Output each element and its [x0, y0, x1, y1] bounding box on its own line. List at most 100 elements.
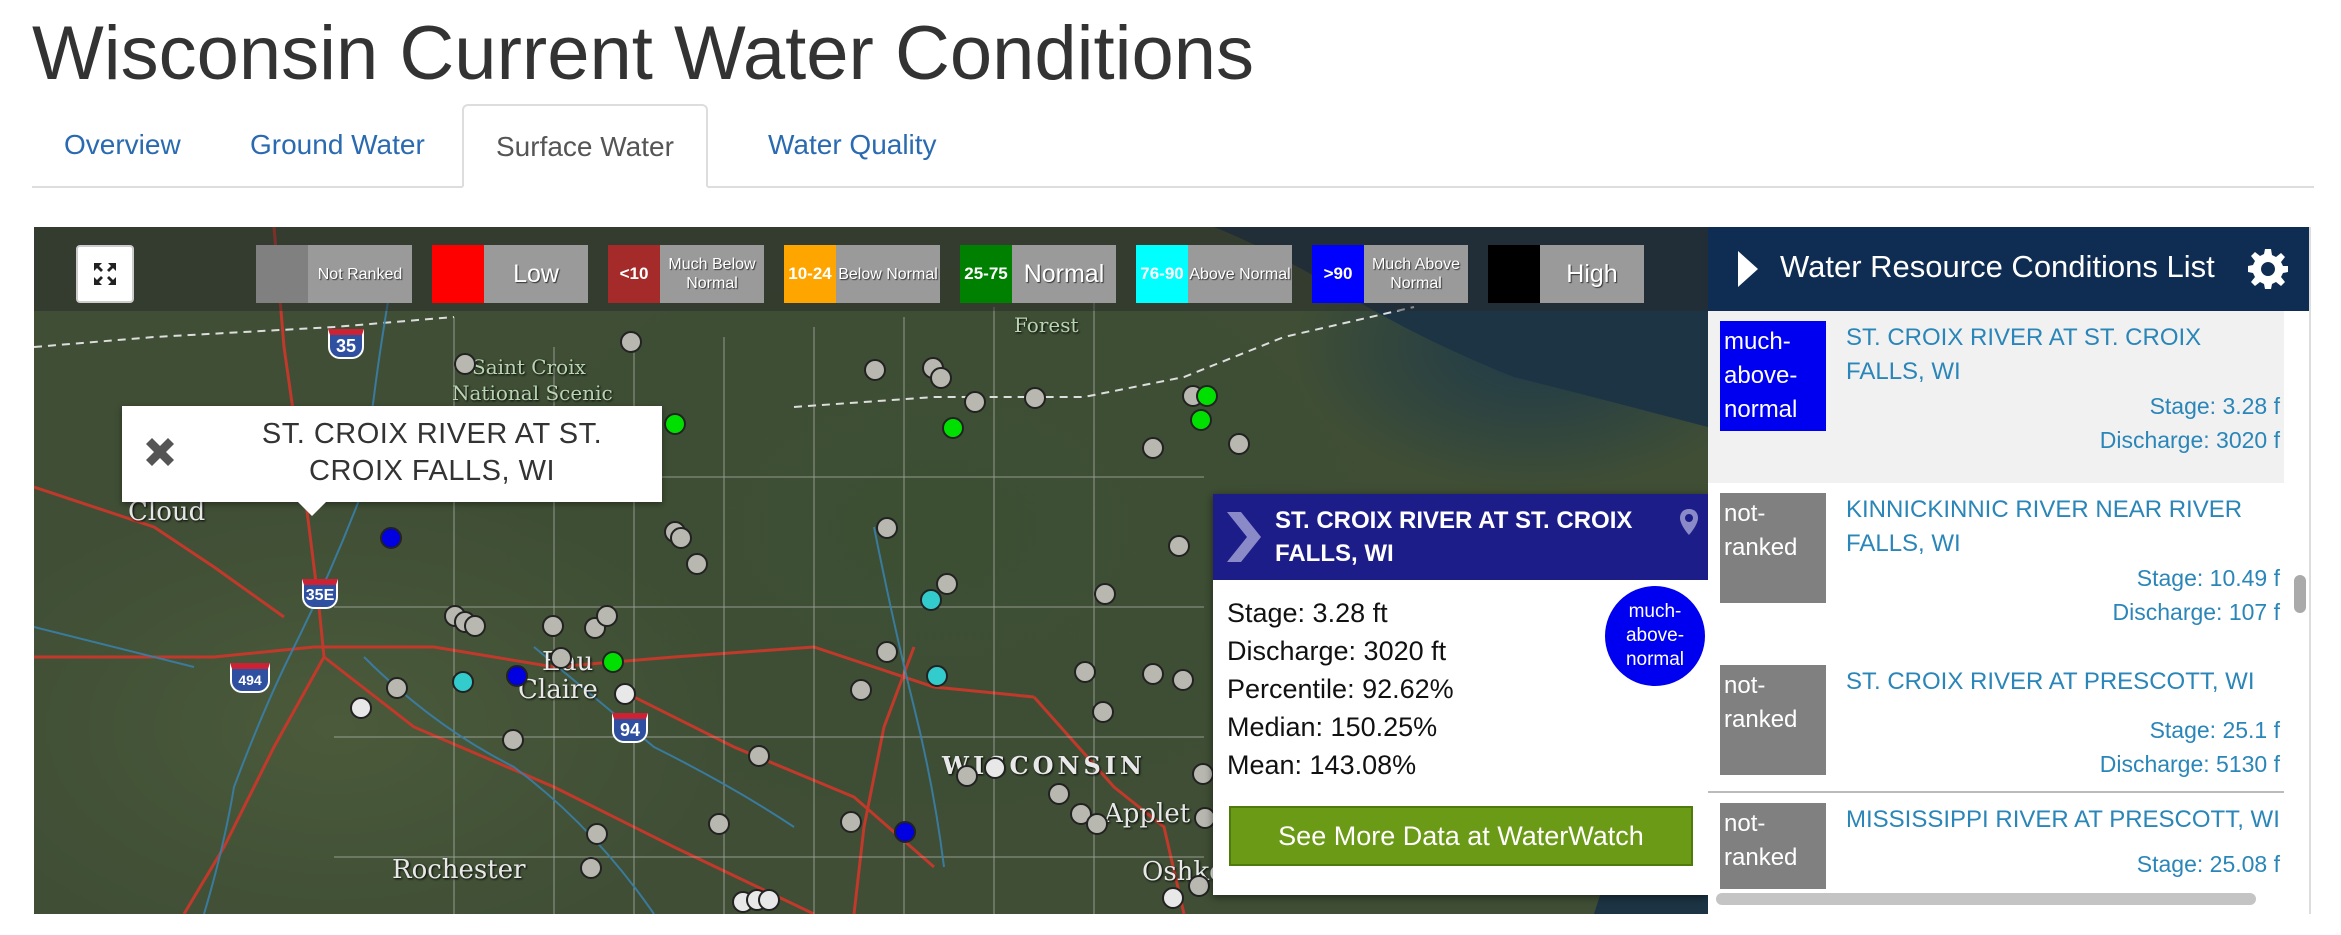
tab-bar: Overview Ground Water Surface Water Wate…	[32, 104, 2314, 188]
gauge-dot-normal[interactable]	[1190, 409, 1212, 431]
conditions-list-header: Water Resource Conditions List	[1708, 227, 2309, 311]
legend-not-ranked: Not Ranked	[256, 245, 412, 303]
condition-badge: not-ranked	[1720, 665, 1826, 775]
gauge-dot[interactable]	[1188, 875, 1210, 897]
gauge-dot[interactable]	[1024, 387, 1046, 409]
horizontal-scrollbar[interactable]	[1716, 889, 2276, 907]
gauge-dot[interactable]	[1094, 583, 1116, 605]
gauge-dot[interactable]	[1142, 663, 1164, 685]
gauge-dot[interactable]	[350, 697, 372, 719]
site-name-link[interactable]: ST. CROIX RIVER AT ST. CROIX FALLS, WI	[1846, 321, 2284, 389]
gauge-dot[interactable]	[1086, 813, 1108, 835]
gauge-dot[interactable]	[542, 615, 564, 637]
site-stage: Stage: 3.28 f	[2149, 393, 2280, 419]
map[interactable]: Saint Croix National Scenic Forest Cloud…	[34, 227, 1708, 914]
gauge-dot[interactable]	[840, 811, 862, 833]
gauge-dot[interactable]	[1092, 701, 1114, 723]
gauge-dot-above-normal[interactable]	[920, 589, 942, 611]
site-tooltip: ST. CROIX RIVER AT ST. CROIX FALLS, WI	[122, 406, 662, 502]
list-item[interactable]: not-ranked ST. CROIX RIVER AT PRESCOTT, …	[1708, 655, 2284, 793]
site-name-link[interactable]: KINNICKINNIC RIVER NEAR RIVER FALLS, WI	[1846, 493, 2284, 561]
gauge-dot[interactable]	[386, 677, 408, 699]
gauge-dot[interactable]	[614, 683, 636, 705]
list-item[interactable]: not-ranked KINNICKINNIC RIVER NEAR RIVER…	[1708, 483, 2284, 657]
waterwatch-button[interactable]: See More Data at WaterWatch	[1229, 806, 1693, 866]
gauge-dot[interactable]	[502, 729, 524, 751]
gauge-dot-selected[interactable]	[380, 527, 402, 549]
gauge-dot[interactable]	[758, 889, 780, 911]
gauge-dot[interactable]	[550, 647, 572, 669]
gauge-dot[interactable]	[1172, 669, 1194, 691]
scrollbar-thumb[interactable]	[1716, 893, 2256, 905]
map-label-claire: Claire	[518, 675, 598, 705]
gauge-dot-normal[interactable]	[664, 413, 686, 435]
gauge-dot[interactable]	[876, 641, 898, 663]
gauge-dot[interactable]	[454, 353, 476, 375]
gauge-dot[interactable]	[864, 359, 886, 381]
legend-label: Above Normal	[1188, 245, 1292, 303]
map-label-national-scenic: National Scenic	[452, 381, 613, 405]
fullscreen-button[interactable]	[76, 245, 134, 303]
gauge-dot[interactable]	[586, 823, 608, 845]
gear-icon[interactable]	[2246, 247, 2290, 291]
highway-shield-i494: 494	[230, 663, 270, 693]
gauge-dot[interactable]	[1192, 763, 1214, 785]
gauge-dot-much-above-normal[interactable]	[506, 665, 528, 687]
gauge-dot[interactable]	[748, 745, 770, 767]
expand-icon	[94, 263, 116, 285]
tooltip-site-name: ST. CROIX RIVER AT ST. CROIX FALLS, WI	[261, 418, 603, 487]
vertical-scrollbar[interactable]	[2290, 311, 2308, 891]
gauge-dot[interactable]	[1048, 783, 1070, 805]
collapse-panel-icon[interactable]	[1736, 249, 1760, 289]
tab-water-quality[interactable]: Water Quality	[736, 104, 969, 186]
conditions-list[interactable]: much-above-normal ST. CROIX RIVER AT ST.…	[1708, 311, 2284, 889]
gauge-dot[interactable]	[936, 573, 958, 595]
gauge-dot[interactable]	[620, 331, 642, 353]
tab-ground-water[interactable]: Ground Water	[218, 104, 457, 186]
site-name-link[interactable]: MISSISSIPPI RIVER AT PRESCOTT, WI	[1846, 803, 2284, 837]
site-name-link[interactable]: ST. CROIX RIVER AT PRESCOTT, WI	[1846, 665, 2284, 699]
stat-mean: Mean: 143.08%	[1227, 750, 1417, 780]
gauge-dot[interactable]	[930, 367, 952, 389]
site-discharge: Discharge: 5130 f	[2099, 751, 2280, 777]
gauge-dot-normal[interactable]	[602, 651, 624, 673]
list-item[interactable]: not-ranked MISSISSIPPI RIVER AT PRESCOTT…	[1708, 793, 2284, 889]
map-pin-icon[interactable]	[1679, 508, 1699, 536]
legend-above-normal: 76-90 Above Normal	[1136, 245, 1292, 303]
gauge-dot-normal[interactable]	[942, 417, 964, 439]
gauge-dot[interactable]	[596, 605, 618, 627]
gauge-dot[interactable]	[1228, 433, 1250, 455]
gauge-dot[interactable]	[670, 527, 692, 549]
gauge-dot[interactable]	[1074, 661, 1096, 683]
gauge-dot[interactable]	[686, 553, 708, 575]
legend-swatch: >90	[1312, 245, 1364, 303]
gauge-dot[interactable]	[850, 679, 872, 701]
legend-low: Low	[432, 245, 588, 303]
list-item[interactable]: much-above-normal ST. CROIX RIVER AT ST.…	[1708, 311, 2284, 485]
gauge-dot[interactable]	[1162, 887, 1184, 909]
gauge-dot[interactable]	[1142, 437, 1164, 459]
gauge-dot[interactable]	[984, 757, 1006, 779]
stat-stage: Stage: 3.28 ft	[1227, 598, 1388, 628]
condition-badge: not-ranked	[1720, 803, 1826, 889]
tab-overview[interactable]: Overview	[32, 104, 213, 186]
gauge-dot[interactable]	[580, 857, 602, 879]
tab-surface-water[interactable]: Surface Water	[462, 104, 708, 188]
stat-discharge: Discharge: 3020 ft	[1227, 636, 1447, 666]
close-tooltip-button[interactable]	[140, 432, 180, 472]
gauge-dot[interactable]	[708, 813, 730, 835]
site-info-header: ST. CROIX RIVER AT ST. CROIX FALLS, WI	[1213, 494, 1708, 580]
gauge-dot[interactable]	[964, 391, 986, 413]
chevron-right-icon[interactable]	[1223, 508, 1263, 566]
gauge-dot-normal[interactable]	[1196, 385, 1218, 407]
scrollbar-thumb[interactable]	[2294, 575, 2306, 613]
gauge-dot[interactable]	[1168, 535, 1190, 557]
legend-much-above-normal: >90 Much Above Normal	[1312, 245, 1468, 303]
gauge-dot[interactable]	[956, 765, 978, 787]
gauge-dot-above-normal[interactable]	[926, 665, 948, 687]
gauge-dot[interactable]	[464, 615, 486, 637]
gauge-dot-above-normal[interactable]	[452, 671, 474, 693]
conditions-list-title: Water Resource Conditions List	[1780, 249, 2215, 284]
gauge-dot-much-above-normal[interactable]	[894, 821, 916, 843]
gauge-dot[interactable]	[876, 517, 898, 539]
